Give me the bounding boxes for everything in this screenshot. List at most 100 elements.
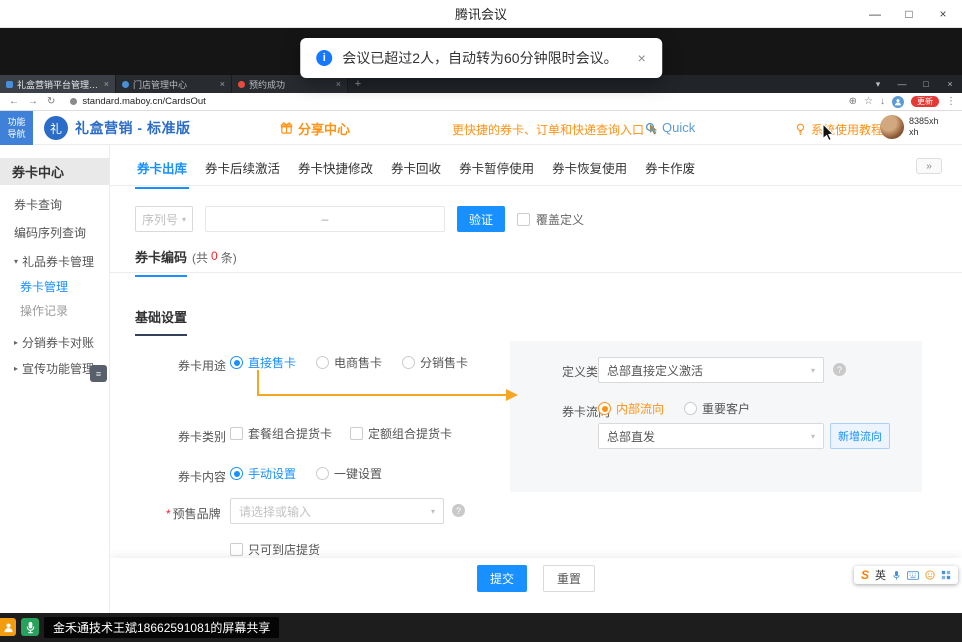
define-type-select[interactable]: 总部直接定义激活 ▾ (598, 357, 824, 383)
verify-button[interactable]: 验证 (457, 206, 505, 232)
browser-minimize-button[interactable]: — (890, 79, 914, 89)
tab-card-void[interactable]: 券卡作废 (643, 155, 697, 189)
radio-icon[interactable] (316, 356, 329, 369)
ime-keyboard-icon[interactable] (907, 571, 919, 580)
annotation-arrow (248, 366, 520, 404)
browser-close-button[interactable]: × (938, 79, 962, 89)
sidebar-item-code-serial-query[interactable]: 编码序列查询 (0, 220, 109, 244)
browser-menu-icon[interactable]: ⋮ (946, 96, 956, 107)
radio-icon[interactable] (402, 356, 415, 369)
radio-distribution-sale[interactable]: 分销售卡 (402, 354, 468, 371)
override-define-checkbox[interactable]: 覆盖定义 (517, 211, 584, 228)
radio-direct-sale[interactable]: 直接售卡 (230, 354, 296, 371)
close-button[interactable]: × (926, 0, 960, 28)
tab-card-activate[interactable]: 券卡后续激活 (203, 155, 282, 189)
reload-icon[interactable]: ↻ (47, 96, 55, 107)
tab-card-issue[interactable]: 券卡出库 (135, 155, 189, 189)
radio-ecommerce-sale[interactable]: 电商售卡 (316, 354, 382, 371)
browser-update-badge[interactable]: 更新 (911, 96, 939, 107)
tri-down-icon: ▾ (14, 257, 18, 266)
forward-icon[interactable]: → (28, 96, 38, 107)
sidebar-group-distribution-reconcile[interactable]: ▸ 分销券卡对账 (0, 330, 109, 354)
base-settings-form: 券卡用途 直接售卡 电商售卡 分销售卡 (110, 340, 962, 613)
reset-button[interactable]: 重置 (543, 565, 595, 592)
user-menu[interactable]: 8385xh xh (880, 115, 939, 139)
bookmark-star-icon[interactable]: ☆ (864, 96, 873, 107)
share-center-link[interactable]: 分享中心 (280, 119, 350, 138)
tabs-more-button[interactable]: » (916, 158, 942, 174)
zoom-icon[interactable]: ⊕ (849, 96, 857, 107)
back-icon[interactable]: ← (9, 96, 19, 107)
radio-icon[interactable] (316, 467, 329, 480)
tab-card-quick-edit[interactable]: 券卡快捷修改 (296, 155, 375, 189)
define-type-help-icon[interactable]: ? (833, 363, 846, 376)
browser-tab-store-center[interactable]: 门店管理中心 × (116, 75, 232, 93)
footer-buttons: 提交 重置 (110, 565, 962, 592)
ime-toolbox-icon[interactable] (941, 570, 951, 580)
tab-card-restore[interactable]: 券卡恢复使用 (550, 155, 629, 189)
sidebar-collapse-handle[interactable]: ≡ (90, 365, 107, 382)
checkbox-icon[interactable] (230, 427, 243, 440)
taskbar-app-icon[interactable] (0, 618, 16, 636)
flow-select[interactable]: 总部直发 ▾ (598, 423, 824, 449)
maximize-button[interactable]: □ (892, 0, 926, 28)
quick-search[interactable]: Quick (645, 120, 695, 135)
toast-close-icon[interactable]: × (638, 50, 646, 66)
ime-emoji-icon[interactable] (925, 570, 935, 580)
radio-icon[interactable] (598, 402, 611, 415)
radio-icon[interactable] (684, 402, 697, 415)
brand-help-icon[interactable]: ? (452, 504, 465, 517)
nav-toggle-line1: 功能 (7, 116, 25, 128)
tab-card-pause[interactable]: 券卡暂停使用 (457, 155, 536, 189)
radio-internal-flow[interactable]: 内部流向 (598, 400, 664, 417)
brand-placeholder: 请选择或输入 (239, 503, 311, 520)
checkbox-icon[interactable] (350, 427, 363, 440)
ime-language-mode[interactable]: 英 (875, 567, 886, 583)
tri-right-icon: ▸ (14, 364, 18, 373)
radio-icon[interactable] (230, 467, 243, 480)
radio-one-click-setup[interactable]: 一键设置 (316, 465, 382, 482)
person-glyph (894, 98, 902, 106)
radio-icon[interactable] (230, 356, 243, 369)
checkbox-combo-pickup-card[interactable]: 套餐组合提货卡 (230, 425, 332, 442)
usage-label: 券卡用途 (178, 357, 226, 374)
submit-button[interactable]: 提交 (477, 565, 527, 592)
checkbox-icon[interactable] (517, 213, 530, 226)
browser-tab-marketing-center[interactable]: 礼盒营销平台管理中心 × (0, 75, 116, 93)
user-sub: xh (909, 127, 939, 138)
ime-mic-icon[interactable] (892, 570, 901, 581)
checkbox-fixed-combo-pickup-card[interactable]: 定额组合提货卡 (350, 425, 452, 442)
radio-important-customer[interactable]: 重要客户 (684, 400, 750, 417)
url-bar[interactable]: standard.maboy.cn/CardsOut (70, 96, 205, 107)
chevron-down-icon: ▾ (811, 432, 815, 441)
site-info-icon[interactable] (70, 98, 77, 105)
chevron-down-icon: ▾ (182, 215, 186, 224)
sidebar-item-operation-log[interactable]: 操作记录 (0, 298, 109, 322)
add-flow-button[interactable]: 新增流向 (830, 423, 890, 449)
tab-close-icon[interactable]: × (104, 79, 109, 89)
tutorial-link[interactable]: 系统使用教程 (795, 121, 883, 138)
tab-close-icon[interactable]: × (220, 79, 225, 89)
serial-range-input[interactable]: – (205, 206, 445, 232)
radio-manual-setup[interactable]: 手动设置 (230, 465, 296, 482)
checkbox-store-pickup-only[interactable]: 只可到店提货 (230, 541, 320, 558)
base-settings-title: 基础设置 (135, 307, 187, 336)
download-icon[interactable]: ↓ (880, 96, 885, 107)
sidebar-item-card-query[interactable]: 券卡查询 (0, 192, 109, 216)
ime-logo[interactable]: S (861, 568, 869, 582)
profile-icon[interactable] (892, 96, 904, 108)
checkbox-icon[interactable] (230, 543, 243, 556)
sidebar-item-card-mgmt[interactable]: 券卡管理 (0, 274, 109, 298)
minimize-button[interactable]: — (858, 0, 892, 28)
quick-entry-link[interactable]: 更快捷的券卡、订单和快递查询入口 (452, 121, 658, 138)
serial-type-select[interactable]: 序列号 ▾ (135, 206, 193, 232)
ime-toolbar[interactable]: S 英 (854, 566, 958, 584)
function-nav-toggle[interactable]: 功能 导航 (0, 111, 33, 145)
browser-maximize-button[interactable]: □ (914, 79, 938, 89)
tab-search-icon[interactable]: ▾ (866, 79, 890, 90)
mic-status-icon[interactable] (21, 618, 39, 636)
sidebar-group-gift-card-mgmt[interactable]: ▾ 礼品券卡管理 (0, 249, 109, 273)
tab-card-recycle[interactable]: 券卡回收 (389, 155, 443, 189)
tab-close-icon[interactable]: × (336, 79, 341, 89)
brand-select[interactable]: 请选择或输入 ▾ (230, 498, 444, 524)
